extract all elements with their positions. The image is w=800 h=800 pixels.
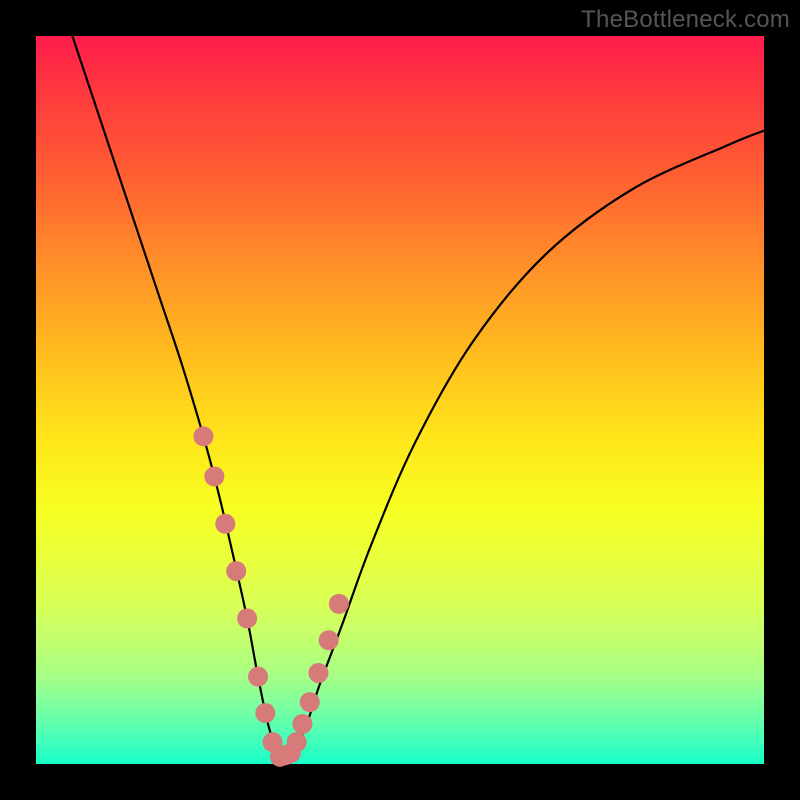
curve-marker [237,608,257,628]
curve-marker [292,714,312,734]
curve-marker [193,426,213,446]
curve-marker [255,703,275,723]
curve-marker [308,663,328,683]
watermark-text: TheBottleneck.com [581,6,790,34]
chart-frame: TheBottleneck.com [0,0,800,800]
curve-marker [226,561,246,581]
curve-marker [248,667,268,687]
curve-marker [204,466,224,486]
curve-marker [319,630,339,650]
curve-marker [287,732,307,752]
curve-marker [215,514,235,534]
marker-group [193,426,348,766]
curve-marker [300,692,320,712]
plot-area [36,36,764,764]
bottleneck-curve [36,36,764,764]
curve-marker [329,594,349,614]
